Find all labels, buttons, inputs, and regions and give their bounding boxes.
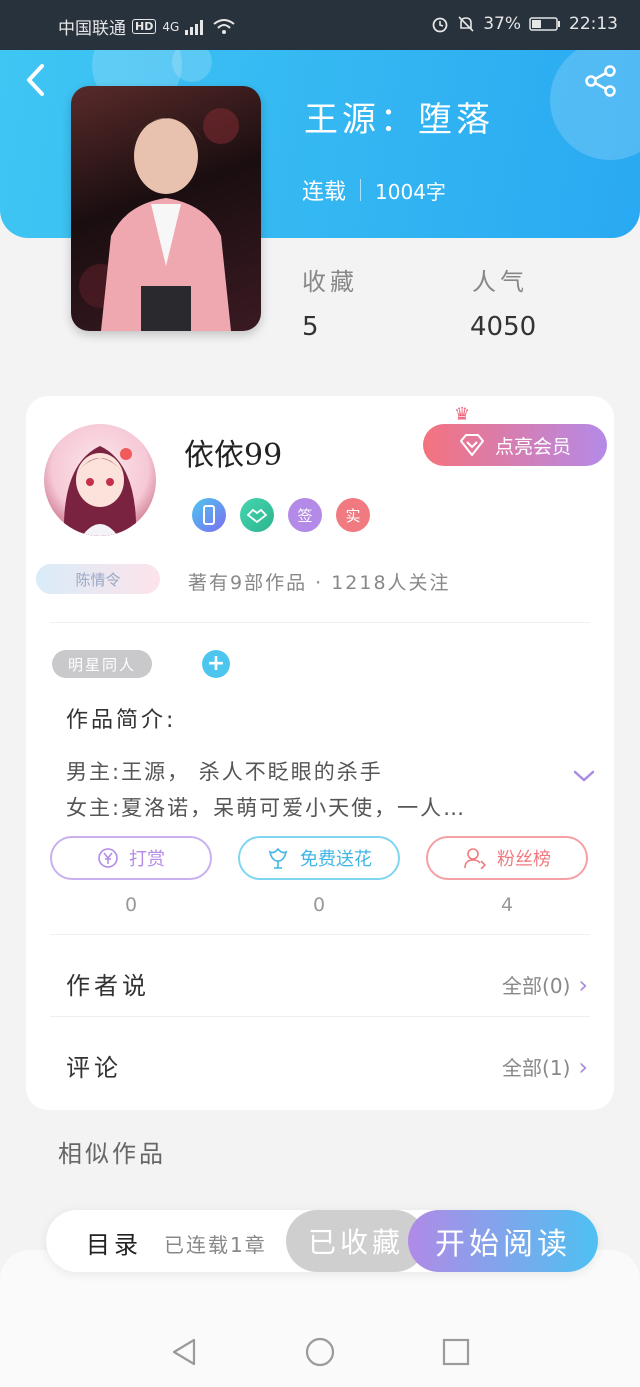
word-count: 1004字 (375, 179, 446, 204)
square-recents-icon (442, 1338, 470, 1366)
back-arrow-icon (27, 64, 44, 96)
signal-icon (185, 19, 204, 35)
battery-percent: 37% (483, 14, 521, 34)
book-info-card: 依依99 ♛ 点亮会员 签 实 陈情令 著有9部作品 · 1218人关注 明星同… (26, 396, 614, 1110)
vip-button-label: 点亮会员 (494, 435, 571, 458)
avatar-image (63, 446, 137, 536)
wifi-icon (213, 18, 235, 34)
clock: 22:13 (569, 14, 618, 34)
verified-badge[interactable]: 实 (336, 498, 370, 532)
nav-back-button[interactable] (168, 1336, 200, 1368)
back-button[interactable] (22, 62, 52, 98)
intro-heading: 作品简介: (66, 708, 177, 733)
alarm-icon (432, 17, 448, 33)
carrier-label: 中国联通 (58, 19, 126, 39)
cover-image (79, 108, 239, 331)
genre-tag[interactable]: 明星同人 (52, 650, 153, 678)
nav-home-button[interactable] (304, 1336, 336, 1368)
flower-count: 0 (312, 894, 326, 916)
tip-button[interactable]: 打赏 (50, 836, 212, 880)
start-reading-button[interactable]: 开始阅读 (408, 1210, 598, 1272)
triangle-back-icon (172, 1338, 196, 1366)
expand-intro-button[interactable] (572, 766, 596, 786)
battery-icon (529, 17, 560, 31)
handshake-badge-icon[interactable] (240, 498, 274, 532)
bottom-action-bar: 目录 已连载1章 已收藏 开始阅读 (46, 1210, 598, 1272)
user-icon (464, 848, 487, 869)
author-says-title: 作者说 (66, 972, 150, 1000)
divider (50, 622, 590, 623)
hd-icon: HD (132, 19, 157, 34)
book-title: 王源：堕落 (304, 100, 494, 140)
divider (50, 1016, 590, 1017)
mute-icon (458, 16, 474, 32)
favorites-label: 收藏 (302, 268, 358, 296)
intro-line: 女主:夏洛诺，呆萌可爱小天使，一人… (66, 796, 467, 820)
crown-icon: ♛ (454, 404, 471, 425)
tip-count: 0 (124, 894, 138, 916)
author-says-row[interactable]: 作者说 全部(0) › (26, 952, 614, 1012)
share-button[interactable] (584, 64, 618, 98)
author-avatar[interactable] (44, 424, 156, 536)
serial-status: 连载 (302, 180, 347, 205)
author-says-all-link[interactable]: 全部(0) › (502, 970, 588, 999)
intro-line: 男主:王源， 杀人不眨眼的杀手 (66, 760, 383, 784)
yen-icon (98, 848, 118, 868)
send-flower-button[interactable]: 免费送花 (238, 836, 400, 880)
chevron-down-icon (573, 770, 595, 782)
flower-icon (268, 847, 288, 869)
nav-recents-button[interactable] (440, 1336, 472, 1368)
decor-bubble (172, 50, 212, 82)
signed-badge[interactable]: 签 (288, 498, 322, 532)
share-icon (585, 65, 616, 97)
add-tag-button[interactable]: + (202, 650, 230, 678)
vip-button[interactable]: 点亮会员 (423, 424, 607, 466)
popularity-count: 4050 (470, 312, 537, 342)
chevron-right-icon: › (578, 970, 588, 999)
comments-title: 评论 (66, 1054, 122, 1082)
fan-count: 4 (500, 894, 514, 916)
favorited-button[interactable]: 已收藏 (286, 1210, 426, 1272)
status-bar: 中国联通 HD 4G 37% 22:13 (0, 0, 640, 50)
circle-home-icon (305, 1337, 335, 1367)
book-status-row: 连载 1004字 (302, 174, 446, 206)
network-label: 4G (162, 19, 180, 34)
status-divider (360, 179, 362, 201)
comments-row[interactable]: 评论 全部(1) › (26, 1034, 614, 1094)
fan-tag[interactable]: 陈情令 (36, 564, 160, 594)
book-cover[interactable] (71, 86, 261, 331)
phone-badge-icon[interactable] (192, 498, 226, 532)
divider (50, 934, 590, 935)
author-meta: 著有9部作品 · 1218人关注 (188, 572, 451, 594)
send-flower-label: 免费送花 (300, 849, 372, 870)
serial-chapters: 已连载1章 (164, 1233, 267, 1257)
tip-button-label: 打赏 (129, 849, 165, 870)
toc-button[interactable]: 目录 (86, 1225, 142, 1260)
chevron-right-icon: › (578, 1052, 588, 1081)
popularity-label: 人气 (472, 268, 528, 296)
author-badges: 签 实 (192, 498, 370, 532)
similar-works-title: 相似作品 (58, 1140, 166, 1168)
fan-ranking-button[interactable]: 粉丝榜 (426, 836, 588, 880)
author-name[interactable]: 依依99 (184, 430, 282, 474)
fan-ranking-label: 粉丝榜 (497, 849, 551, 870)
diamond-icon (459, 434, 484, 456)
favorites-count: 5 (302, 312, 319, 342)
comments-all-link[interactable]: 全部(1) › (502, 1052, 588, 1081)
